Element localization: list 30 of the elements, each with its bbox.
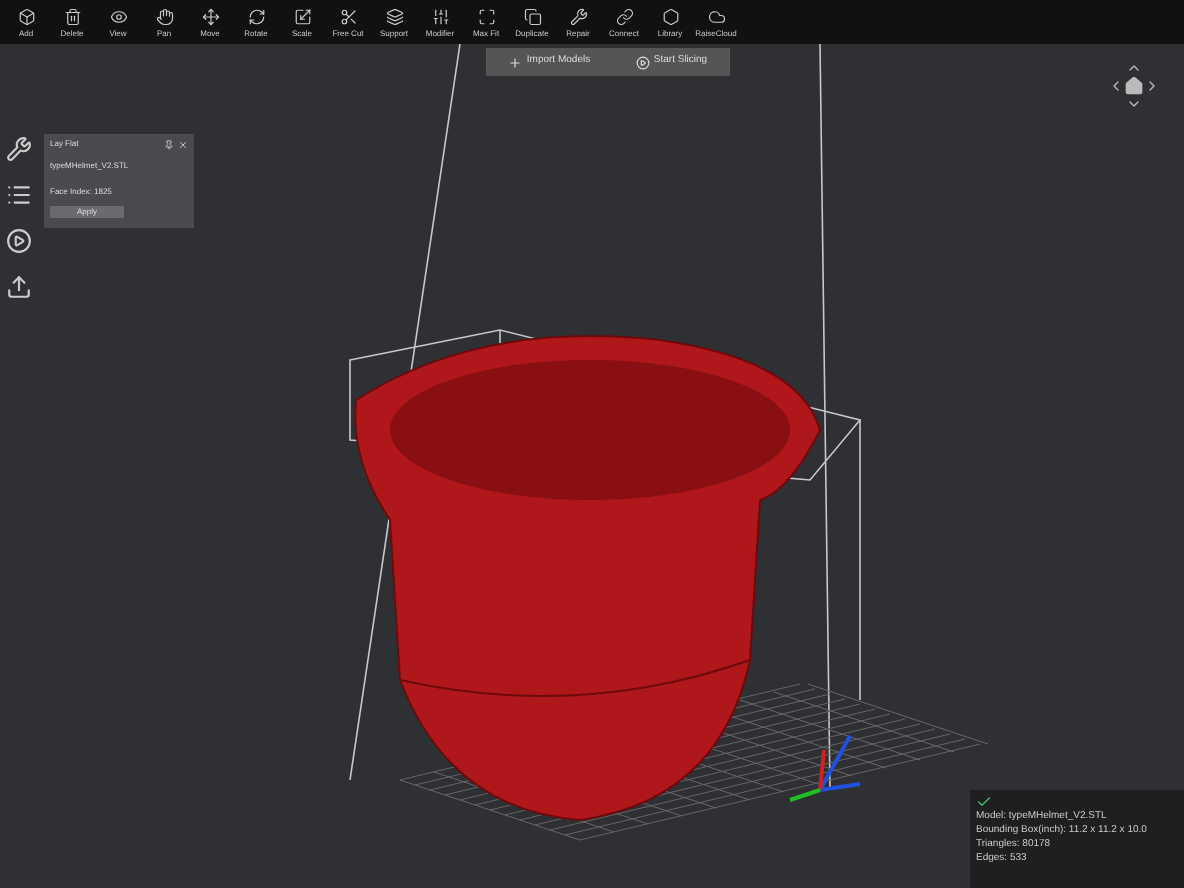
maximize-icon [477,7,495,25]
chevron-up-icon[interactable] [1126,60,1142,76]
eye-icon [109,7,127,25]
list-icon[interactable] [6,182,32,208]
hand-icon [155,7,173,25]
copy-icon [523,7,541,25]
scale-icon [293,7,311,25]
rotate-icon [247,7,265,25]
axis-indicator-drawing [789,735,861,802]
move-icon [201,7,219,25]
scissors-icon [339,7,357,25]
wrench-icon[interactable] [6,136,32,162]
cube-icon [17,7,35,25]
check-icon [976,794,992,810]
hexagon-icon [661,7,679,25]
upload-icon[interactable] [6,274,32,300]
pin-icon[interactable] [164,139,174,149]
home-icon[interactable] [1124,76,1144,96]
sliders-icon [431,7,449,25]
trash-icon [63,7,81,25]
layers-icon [385,7,403,25]
play-icon[interactable] [6,228,32,254]
chevron-right-icon[interactable] [1144,78,1160,94]
chevron-down-icon[interactable] [1126,96,1142,112]
link-icon [615,7,633,25]
cloud-icon [707,7,725,25]
chevron-left-icon[interactable] [1108,78,1124,94]
wrench-icon [569,7,587,25]
plus-icon [508,55,523,69]
play-icon [635,55,650,69]
